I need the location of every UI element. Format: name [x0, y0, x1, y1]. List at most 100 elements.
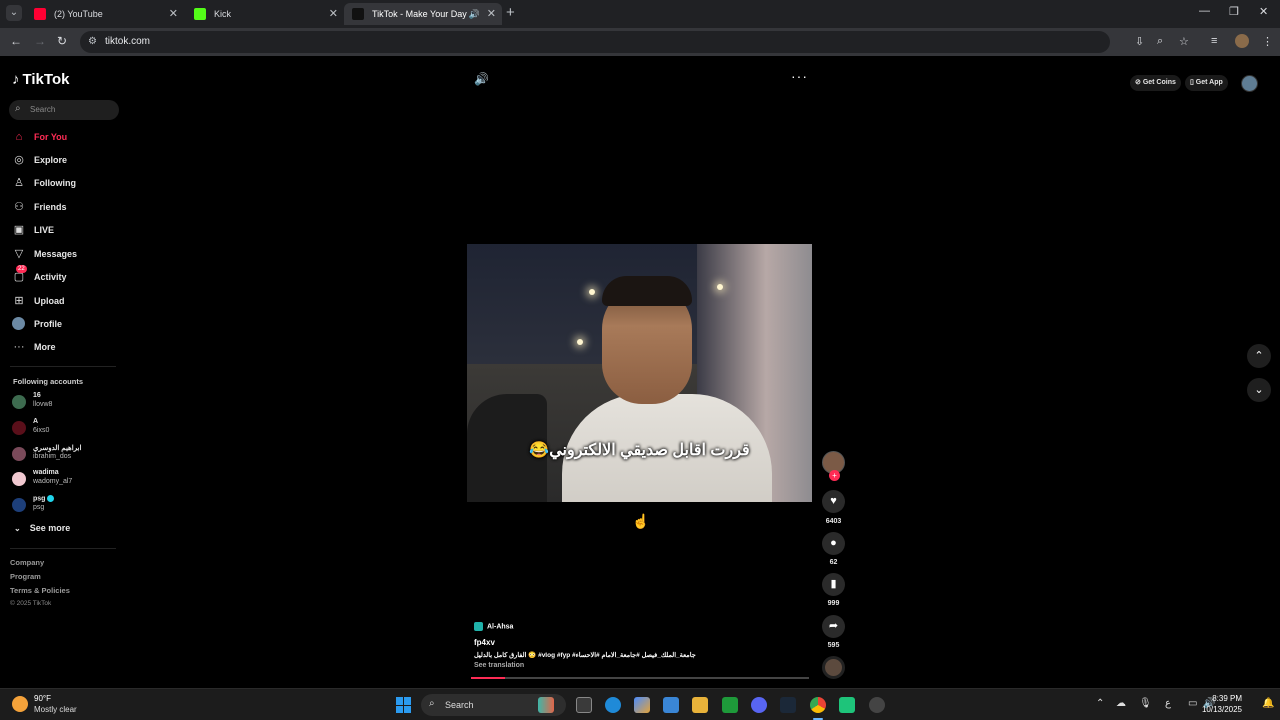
more-options-icon[interactable]: ··· [791, 68, 808, 84]
nav-following[interactable]: ♙ Following [12, 175, 122, 193]
nav-label: Messages [34, 249, 78, 259]
weather-temperature[interactable]: 90°F [34, 694, 51, 703]
nav-label: LIVE [34, 225, 55, 235]
tiktok-icon [352, 8, 364, 20]
account-avatar [12, 447, 26, 461]
like-button[interactable]: ♥ [822, 490, 845, 513]
volume-icon[interactable]: 🔊 [474, 72, 489, 86]
tab-youtube[interactable]: (2) YouTube ✕ [26, 3, 184, 25]
maximize-button[interactable]: ❐ [1229, 5, 1239, 18]
get-coins-button[interactable]: ⊘ Get Coins [1130, 75, 1181, 91]
weather-icon[interactable] [12, 696, 28, 712]
nav-upload[interactable]: ⊞ Upload [12, 293, 122, 311]
following-account[interactable]: psg psg [12, 495, 122, 517]
nav-activity[interactable]: ▢ 22 Activity [12, 265, 122, 287]
clock-time[interactable]: 8:39 PM [1210, 694, 1242, 703]
follow-plus-icon[interactable]: + [829, 470, 840, 481]
taskbar-search-label: Search [445, 700, 474, 710]
widgets-icon[interactable] [538, 697, 554, 713]
share-button[interactable]: ➦ [822, 615, 845, 638]
following-account[interactable]: 16 llovw8 [12, 392, 122, 414]
search-input[interactable]: ⌕ Search [9, 100, 119, 120]
previous-video-button[interactable]: ⌃ [1247, 344, 1271, 368]
close-tab-icon[interactable]: ✕ [169, 3, 178, 25]
start-button[interactable] [396, 697, 412, 713]
tab-search-button[interactable]: ⌄ [6, 5, 22, 21]
following-account[interactable]: wadima wadomy_al7 [12, 469, 122, 491]
speaker-icon[interactable]: 🔊 [469, 3, 480, 25]
music-disc-icon[interactable] [822, 656, 845, 679]
chrome-icon[interactable] [810, 697, 826, 713]
minimize-button[interactable]: — [1199, 5, 1210, 17]
footer-link-program[interactable]: Program [10, 572, 41, 581]
user-avatar[interactable] [1241, 75, 1258, 92]
video-player[interactable]: قررت اقابل صديقي الالكتروني😂 [467, 244, 812, 502]
file-explorer-icon[interactable] [692, 697, 708, 713]
account-avatar [12, 498, 26, 512]
save-button[interactable]: ▮ [822, 573, 845, 596]
language-icon[interactable]: ع [1165, 698, 1171, 709]
copilot-icon[interactable] [634, 697, 650, 713]
new-tab-button[interactable]: + [506, 4, 515, 21]
media-controls-icon[interactable]: ≡ [1211, 35, 1217, 47]
tiktok-logo[interactable]: ♪ TikTok [12, 71, 69, 88]
bookmark-star-icon[interactable]: ☆ [1179, 35, 1189, 48]
store-icon[interactable] [663, 697, 679, 713]
notifications-icon[interactable]: 🔔 [1262, 698, 1274, 709]
nav-friends[interactable]: ⚇ Friends [12, 199, 122, 217]
tab-tiktok[interactable]: TikTok - Make Your Day 🔊 ✕ [344, 3, 502, 25]
share-icon: ➦ [828, 620, 839, 632]
weather-condition[interactable]: Mostly clear [34, 705, 77, 714]
xbox-icon[interactable] [722, 697, 738, 713]
discord-icon[interactable] [751, 697, 767, 713]
site-info-icon[interactable]: ⚙ [88, 36, 97, 47]
comment-button[interactable]: ● [822, 532, 845, 555]
get-app-button[interactable]: ▯ Get App [1185, 75, 1228, 91]
forward-button[interactable]: → [34, 34, 46, 48]
tab-kick[interactable]: Kick ✕ [186, 3, 344, 25]
account-handle: psg [33, 504, 45, 511]
next-video-button[interactable]: ⌄ [1247, 378, 1271, 402]
activity-badge: 22 [16, 265, 27, 273]
see-translation-link[interactable]: See translation [474, 662, 524, 669]
nav-live[interactable]: ▣ LIVE [12, 222, 122, 240]
task-view-icon[interactable] [576, 697, 592, 713]
following-account[interactable]: ابراهيم الدوسري ibrahim_dos [12, 444, 122, 466]
edge-icon[interactable] [605, 697, 621, 713]
close-window-button[interactable]: ✕ [1259, 5, 1268, 18]
footer-link-company[interactable]: Company [10, 558, 44, 567]
nav-for-you[interactable]: ⌂ For You [12, 129, 122, 147]
clock-date[interactable]: 10/13/2025 [1196, 705, 1242, 714]
reload-button[interactable]: ↻ [57, 34, 67, 48]
video-username[interactable]: fp4xv [474, 638, 495, 647]
nav-profile[interactable]: Profile [12, 316, 122, 334]
kick-icon [194, 8, 206, 20]
nav-more[interactable]: ··· More [12, 339, 122, 357]
browser-menu-icon[interactable]: ⋮ [1262, 35, 1273, 48]
steam-icon[interactable] [780, 697, 796, 713]
video-streetlight [577, 339, 583, 345]
address-bar[interactable]: ⚙ tiktok.com [80, 31, 1110, 53]
show-hidden-icons[interactable]: ⌃ [1096, 698, 1104, 709]
compass-icon: ◎ [14, 154, 24, 166]
browser-profile-avatar[interactable] [1235, 34, 1249, 48]
location-tag[interactable]: Al-Ahsa [474, 622, 513, 631]
microphone-icon[interactable]: 🎙 [1139, 698, 1152, 709]
account-handle: wadomy_al7 [33, 478, 73, 485]
nav-explore[interactable]: ◎ Explore [12, 152, 122, 170]
following-account[interactable]: A 6ixs0 [12, 418, 122, 440]
onedrive-icon[interactable]: ☁ [1116, 698, 1126, 709]
app-icon[interactable] [839, 697, 855, 713]
settings-icon[interactable] [869, 697, 885, 713]
home-icon: ⌂ [15, 131, 23, 143]
zoom-icon[interactable]: ⌕ [1157, 35, 1163, 48]
comment-count: 62 [829, 559, 838, 566]
footer-link-terms[interactable]: Terms & Policies [10, 586, 70, 595]
back-button[interactable]: ← [10, 34, 22, 48]
install-app-icon[interactable]: ⇩ [1135, 35, 1144, 48]
close-tab-icon[interactable]: ✕ [329, 3, 338, 25]
video-progress-bar[interactable] [471, 677, 809, 679]
nav-messages[interactable]: ▽ Messages [12, 246, 122, 264]
see-more-button[interactable]: ⌄ See more [14, 523, 70, 533]
close-tab-icon[interactable]: ✕ [487, 3, 496, 25]
